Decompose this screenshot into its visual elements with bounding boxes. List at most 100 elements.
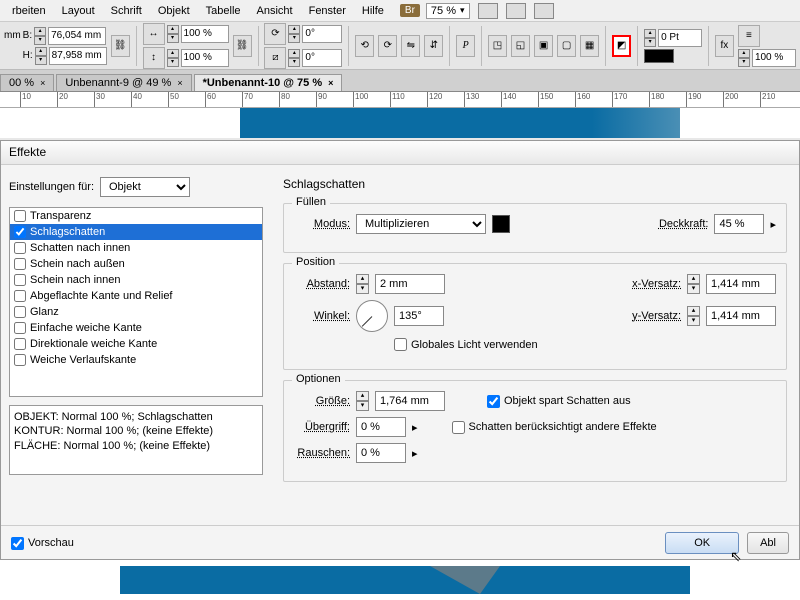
scale-x-stepper[interactable]: ▴▾ <box>167 25 179 43</box>
center-content-icon[interactable]: ▦ <box>580 35 599 57</box>
stroke-pt-stepper[interactable]: ▴▾ <box>644 29 656 47</box>
global-light-checkbox[interactable] <box>394 338 407 351</box>
size-stepper[interactable]: ▴▾ <box>356 391 369 411</box>
stroke-style-swatch[interactable] <box>644 49 674 63</box>
effect-checkbox[interactable] <box>14 306 26 318</box>
noise-slider-icon[interactable]: ▸ <box>412 447 418 460</box>
effect-checkbox[interactable] <box>14 242 26 254</box>
effect-checkbox[interactable] <box>14 210 26 222</box>
menu-tabelle[interactable]: Tabelle <box>198 5 249 17</box>
canvas-area-bottom[interactable] <box>0 560 800 600</box>
honor-checkbox[interactable] <box>452 421 465 434</box>
tab-doc-0[interactable]: 00 %× <box>0 74 54 91</box>
arrange-icon[interactable] <box>506 3 526 19</box>
size-input[interactable] <box>375 391 445 411</box>
bridge-badge[interactable]: Br <box>400 4 420 17</box>
preview-checkbox[interactable] <box>11 537 24 550</box>
shear-stepper[interactable]: ▴▾ <box>288 49 300 67</box>
wrap-icon[interactable]: ≡ <box>738 25 760 47</box>
effect-item[interactable]: Glanz <box>10 304 262 320</box>
fx-icon[interactable]: fx <box>715 35 734 57</box>
scale-y-stepper[interactable]: ▴▾ <box>167 49 179 67</box>
distance-stepper[interactable]: ▴▾ <box>356 274 369 294</box>
close-icon[interactable]: × <box>40 78 45 88</box>
select-content-icon[interactable]: ◱ <box>511 35 530 57</box>
select-container-icon[interactable]: ◳ <box>488 35 507 57</box>
spread-input[interactable] <box>356 417 406 437</box>
fit-frame-icon[interactable]: ▢ <box>557 35 576 57</box>
y-offset-stepper[interactable]: ▴▾ <box>687 306 700 326</box>
fit-content-icon[interactable]: ▣ <box>534 35 553 57</box>
y-offset-input[interactable] <box>706 306 776 326</box>
menu-ansicht[interactable]: Ansicht <box>249 5 301 17</box>
settings-for-select[interactable]: Objekt <box>100 177 190 197</box>
effect-checkbox[interactable] <box>14 322 26 334</box>
effect-item[interactable]: Abgeflachte Kante und Relief <box>10 288 262 304</box>
effect-item[interactable]: Schatten nach innen <box>10 240 262 256</box>
ok-button[interactable]: OK <box>665 532 739 554</box>
effect-item[interactable]: Einfache weiche Kante <box>10 320 262 336</box>
width-stepper[interactable]: ▴▾ <box>34 27 46 45</box>
link-scale-icon[interactable]: ⛓ <box>233 35 252 57</box>
stroke-pct-stepper[interactable]: ▴▾ <box>738 49 750 67</box>
tab-doc-1[interactable]: Unbenannt-9 @ 49 %× <box>56 74 191 91</box>
tab-doc-2[interactable]: *Unbenannt-10 @ 75 %× <box>194 74 343 91</box>
effect-item[interactable]: Transparenz <box>10 208 262 224</box>
rotate-cw-icon[interactable]: ⟳ <box>378 35 397 57</box>
rotate-ccw-icon[interactable]: ⟲ <box>355 35 374 57</box>
menu-schrift[interactable]: Schrift <box>103 5 150 17</box>
menu-hilfe[interactable]: Hilfe <box>354 5 392 17</box>
noise-input[interactable] <box>356 443 406 463</box>
x-offset-stepper[interactable]: ▴▾ <box>687 274 700 294</box>
scale-x-input[interactable] <box>181 25 229 43</box>
shear-input[interactable] <box>302 49 342 67</box>
zoom-select[interactable]: 75 % <box>426 3 470 19</box>
effect-item[interactable]: Direktionale weiche Kante <box>10 336 262 352</box>
link-wh-icon[interactable]: ⛓ <box>111 35 130 57</box>
paragraph-icon[interactable]: P <box>456 35 475 57</box>
effect-checkbox[interactable] <box>14 290 26 302</box>
effect-item[interactable]: Weiche Verlaufskante <box>10 352 262 368</box>
stroke-pt-input[interactable] <box>658 29 702 47</box>
cancel-button[interactable]: Abl <box>747 532 789 554</box>
shadow-color-swatch[interactable] <box>492 215 510 233</box>
effect-checkbox[interactable] <box>14 258 26 270</box>
spread-slider-icon[interactable]: ▸ <box>412 421 418 434</box>
flip-h-icon[interactable]: ⇋ <box>401 35 420 57</box>
width-input[interactable] <box>48 27 106 45</box>
close-icon[interactable]: × <box>328 78 333 88</box>
effect-checkbox[interactable] <box>14 338 26 350</box>
flip-v-icon[interactable]: ⇵ <box>424 35 443 57</box>
effect-item[interactable]: Schlagschatten <box>10 224 262 240</box>
menu-fenster[interactable]: Fenster <box>301 5 354 17</box>
angle-dial[interactable] <box>356 300 388 332</box>
menu-layout[interactable]: Layout <box>54 5 103 17</box>
stroke-pct-input[interactable] <box>752 49 796 67</box>
opacity-slider-icon[interactable]: ▸ <box>770 218 776 231</box>
rotate-input[interactable] <box>302 25 342 43</box>
close-icon[interactable]: × <box>177 78 182 88</box>
height-input[interactable] <box>49 47 107 65</box>
mode-select[interactable]: Multiplizieren <box>356 214 486 234</box>
x-offset-input[interactable] <box>706 274 776 294</box>
effect-checkbox[interactable] <box>14 274 26 286</box>
scale-y-input[interactable] <box>181 49 229 67</box>
height-stepper[interactable]: ▴▾ <box>35 47 47 65</box>
rectangle-with-shadow[interactable] <box>120 566 690 594</box>
effect-item[interactable]: Schein nach außen <box>10 256 262 272</box>
effect-checkbox[interactable] <box>14 226 26 238</box>
fill-swatch-icon[interactable]: ◩ <box>612 35 631 57</box>
knockout-checkbox[interactable] <box>487 395 500 408</box>
view-options-icon[interactable] <box>534 3 554 19</box>
effect-item[interactable]: Schein nach innen <box>10 272 262 288</box>
menu-objekt[interactable]: Objekt <box>150 5 198 17</box>
canvas-area[interactable] <box>0 108 800 138</box>
effect-checkbox[interactable] <box>14 354 26 366</box>
menu-edit[interactable]: rbeiten <box>4 5 54 17</box>
screen-mode-icon[interactable] <box>478 3 498 19</box>
rotate-stepper[interactable]: ▴▾ <box>288 25 300 43</box>
distance-input[interactable] <box>375 274 445 294</box>
angle-input[interactable] <box>394 306 444 326</box>
selected-rectangle[interactable] <box>240 108 680 138</box>
opacity-input[interactable] <box>714 214 764 234</box>
